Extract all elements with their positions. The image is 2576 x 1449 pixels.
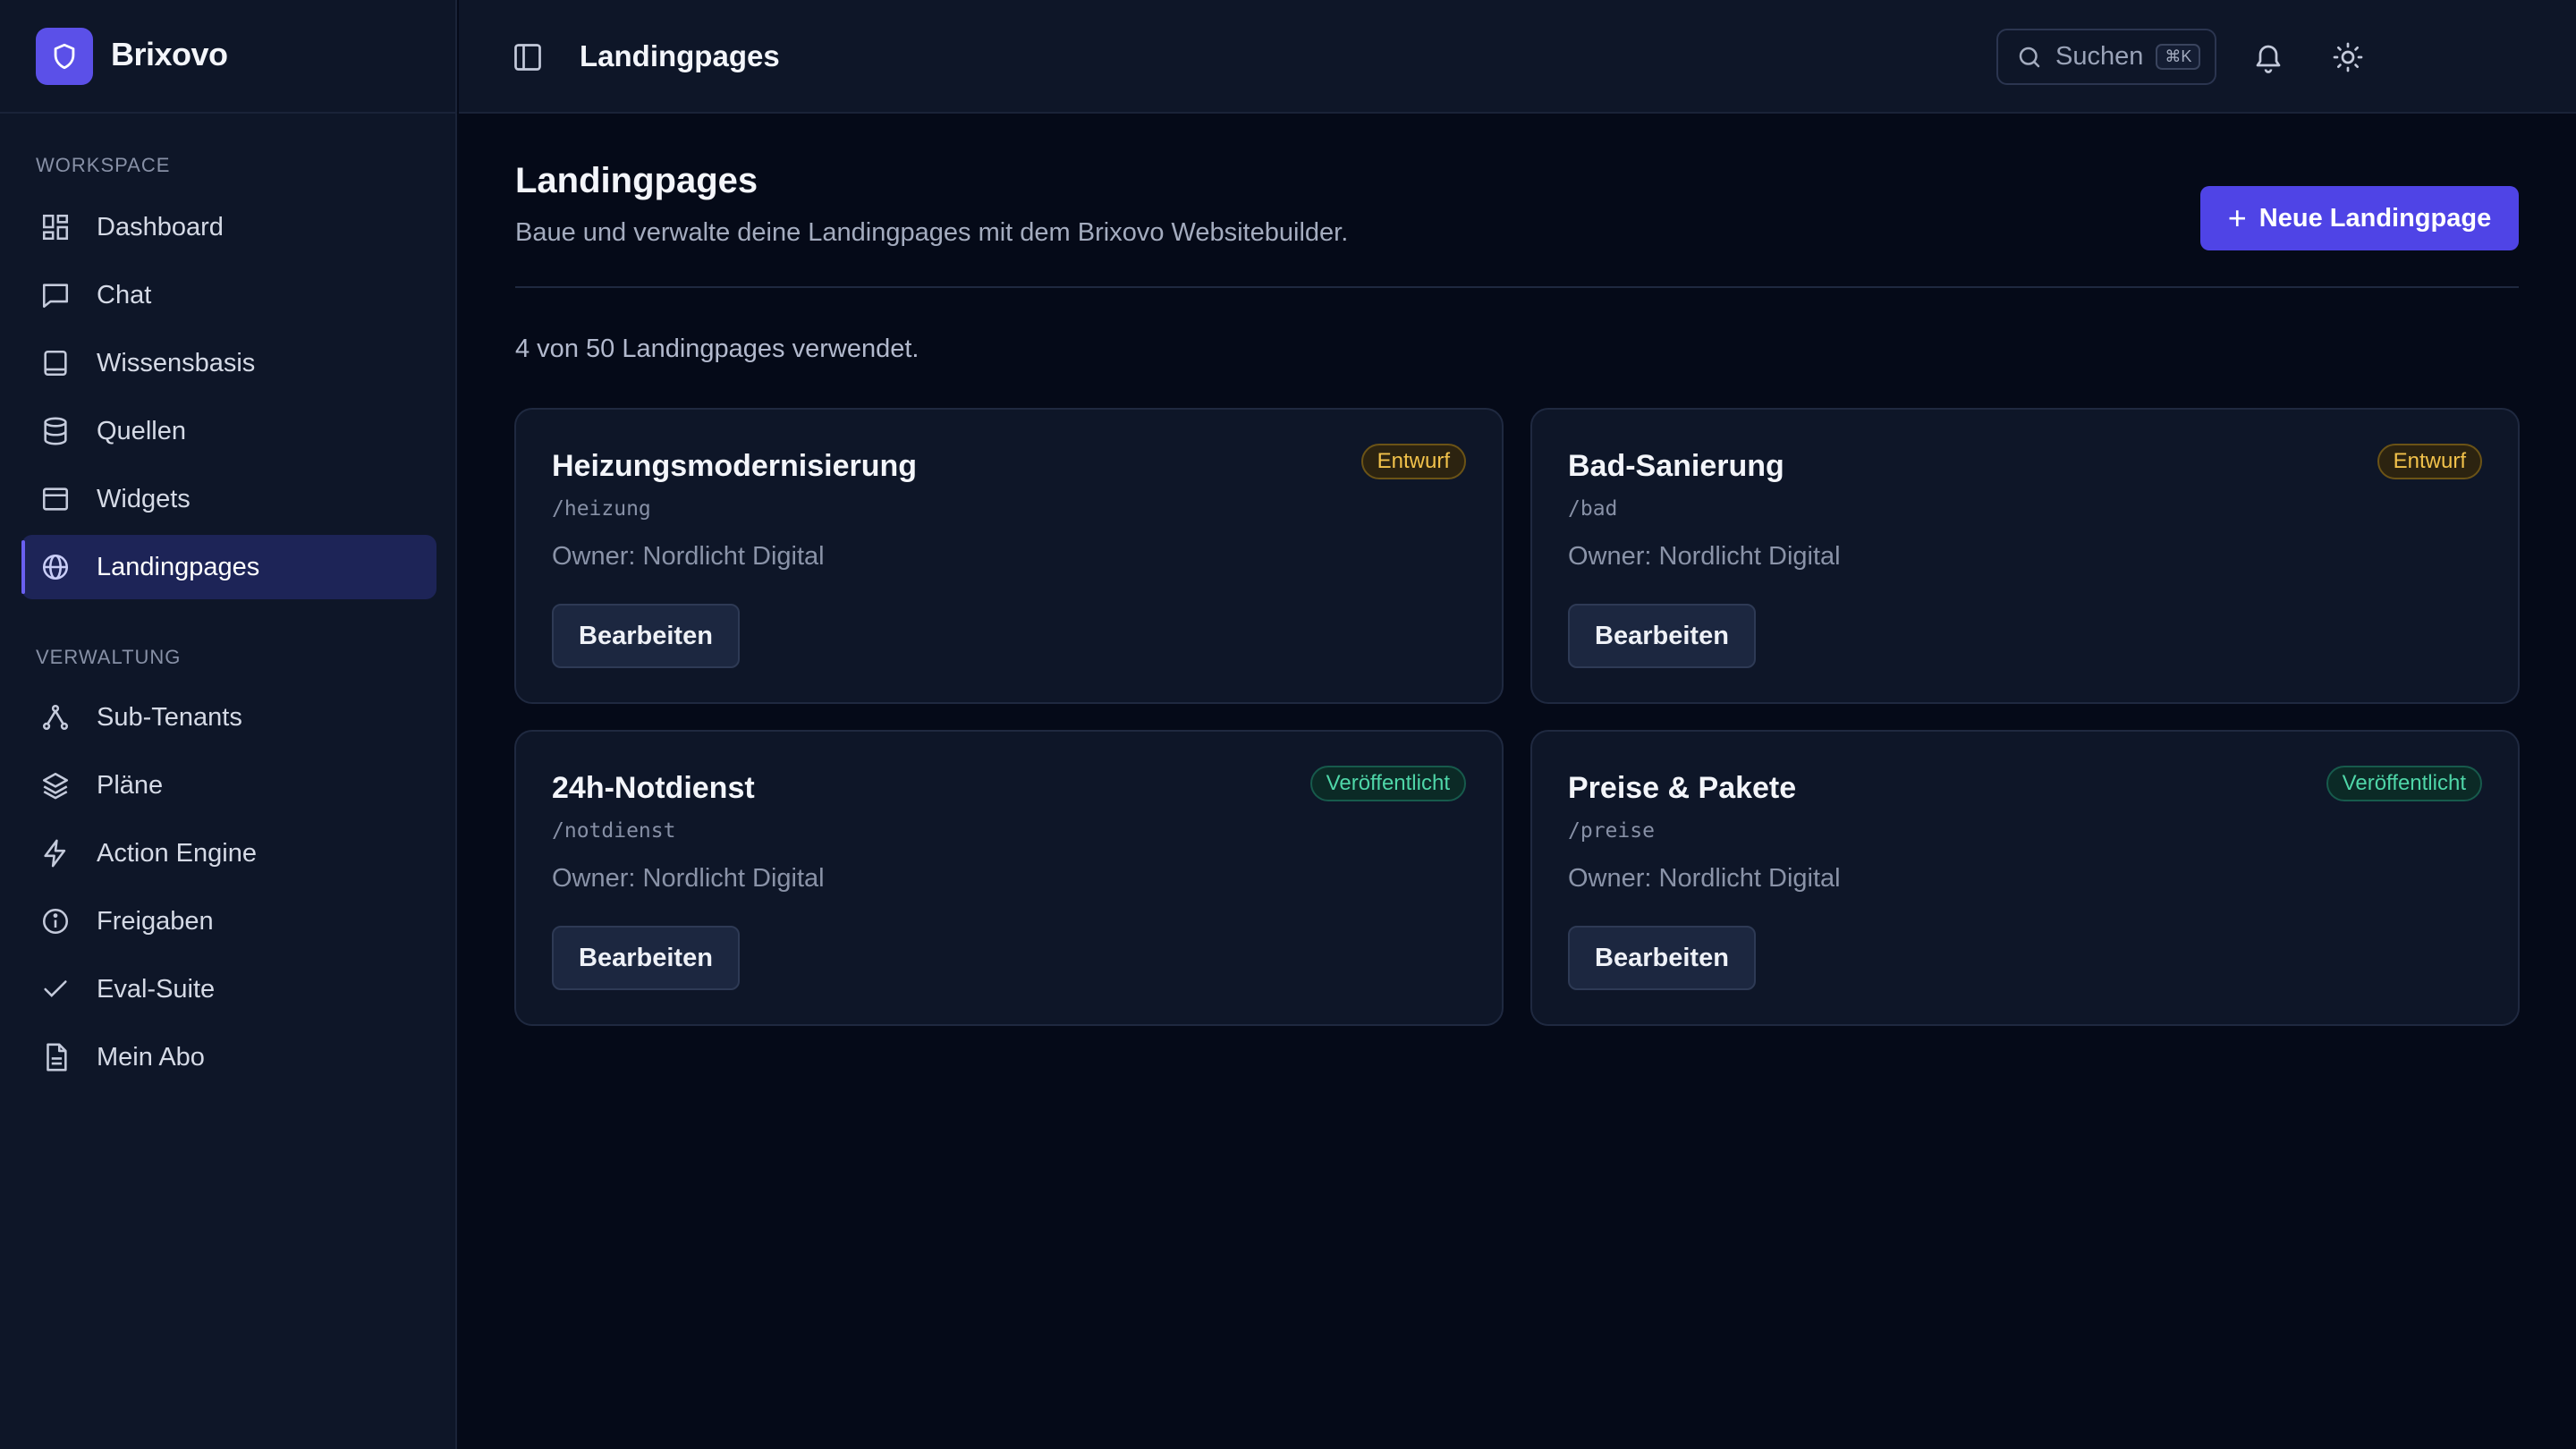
- status-badge: Veröffentlicht: [1309, 766, 1466, 801]
- sidebar-item-sub-tenants[interactable]: Sub-Tenants: [21, 685, 436, 750]
- brand-area: Brixovo: [0, 0, 457, 114]
- sidebar-item-label: Landingpages: [97, 552, 260, 581]
- card-title: 24h-Notdienst: [552, 771, 755, 805]
- sidebar-item-label: Sub-Tenants: [97, 702, 242, 732]
- card-owner: Owner: Nordlicht Digital: [552, 864, 825, 893]
- shield-logo-icon[interactable]: [36, 28, 93, 85]
- plus-icon: +: [2227, 199, 2247, 236]
- sidebar-item-label: Pläne: [97, 770, 164, 800]
- search-shortcut: ⌘K: [2156, 44, 2201, 70]
- layers-icon: [38, 767, 73, 803]
- card-title: Heizungsmodernisierung: [552, 449, 918, 483]
- card-owner: Owner: Nordlicht Digital: [1568, 542, 1841, 571]
- lightning-icon: [38, 835, 73, 871]
- new-landingpage-button[interactable]: + Neue Landingpage: [2200, 186, 2519, 250]
- sidebar-item-label: Eval-Suite: [97, 974, 216, 1004]
- sidebar-item-label: Freigaben: [97, 906, 214, 936]
- status-badge: Entwurf: [1360, 444, 1466, 479]
- info-icon: [38, 903, 73, 939]
- landingpage-card: Preise & Pakete Veröffentlicht /preise O…: [1530, 730, 2520, 1026]
- dashboard-icon: [38, 209, 73, 245]
- widget-icon: [38, 481, 73, 517]
- globe-icon: [38, 549, 73, 585]
- page-subtitle: Baue und verwalte deine Landingpages mit…: [515, 218, 1349, 247]
- sidebar-item-label: Wissensbasis: [97, 348, 256, 377]
- edit-button[interactable]: Bearbeiten: [552, 604, 740, 668]
- sidebar-item-label: Chat: [97, 280, 152, 309]
- database-icon: [38, 413, 73, 449]
- card-owner: Owner: Nordlicht Digital: [552, 542, 825, 571]
- divider: [515, 286, 2519, 288]
- header-title: Landingpages: [580, 39, 780, 72]
- sidebar-item-freigaben[interactable]: Freigaben: [21, 889, 436, 953]
- section-label-verwaltung: VERWALTUNG: [36, 646, 182, 668]
- top-header: Landingpages Suchen ⌘K: [459, 0, 2576, 114]
- sidebar-item-label: Action Engine: [97, 838, 257, 868]
- edit-button[interactable]: Bearbeiten: [1568, 604, 1756, 668]
- sidebar-item-chat[interactable]: Chat: [21, 263, 436, 327]
- edit-button[interactable]: Bearbeiten: [552, 926, 740, 990]
- check-icon: [38, 971, 73, 1007]
- page-title: Landingpages: [515, 161, 758, 200]
- card-slug: /notdienst: [552, 819, 676, 843]
- sidebar-item-label: Quellen: [97, 416, 186, 445]
- bell-icon[interactable]: [2250, 39, 2286, 75]
- new-landingpage-label: Neue Landingpage: [2258, 203, 2492, 233]
- sidebar-item-plaene[interactable]: Pläne: [21, 753, 436, 818]
- sidebar-item-mein-abo[interactable]: Mein Abo: [21, 1025, 436, 1089]
- sidebar-item-label: Widgets: [97, 484, 191, 513]
- landingpage-card: Heizungsmodernisierung Entwurf /heizung …: [514, 408, 1504, 704]
- landingpage-card: Bad-Sanierung Entwurf /bad Owner: Nordli…: [1530, 408, 2520, 704]
- section-label-workspace: WORKSPACE: [36, 154, 171, 176]
- sidebar-item-eval-suite[interactable]: Eval-Suite: [21, 957, 436, 1021]
- sidebar-item-wissensbasis[interactable]: Wissensbasis: [21, 331, 436, 395]
- search-button[interactable]: Suchen ⌘K: [1996, 29, 2216, 85]
- sidebar: Brixovo WORKSPACE Dashboard Chat Wissens…: [0, 0, 457, 1449]
- card-owner: Owner: Nordlicht Digital: [1568, 864, 1841, 893]
- search-icon: [2016, 44, 2043, 71]
- book-icon: [38, 345, 73, 381]
- card-slug: /bad: [1568, 497, 1618, 521]
- edit-button[interactable]: Bearbeiten: [1568, 926, 1756, 990]
- sidebar-item-dashboard[interactable]: Dashboard: [21, 195, 436, 259]
- status-badge: Veröffentlicht: [2326, 766, 2482, 801]
- landingpage-card: 24h-Notdienst Veröffentlicht /notdienst …: [514, 730, 1504, 1026]
- sidebar-toggle-icon[interactable]: [510, 39, 546, 75]
- document-icon: [38, 1039, 73, 1075]
- chat-icon: [38, 277, 73, 313]
- status-badge: Entwurf: [2377, 444, 2482, 479]
- card-slug: /heizung: [552, 497, 651, 521]
- brand-name[interactable]: Brixovo: [111, 36, 228, 73]
- card-title: Bad-Sanierung: [1568, 449, 1784, 483]
- card-title: Preise & Pakete: [1568, 771, 1797, 805]
- sidebar-item-landingpages[interactable]: Landingpages: [21, 535, 436, 599]
- sidebar-item-label: Mein Abo: [97, 1042, 205, 1072]
- sidebar-item-label: Dashboard: [97, 212, 224, 242]
- search-label: Suchen: [2055, 42, 2144, 71]
- sidebar-item-action-engine[interactable]: Action Engine: [21, 821, 436, 886]
- card-slug: /preise: [1568, 819, 1655, 843]
- sidebar-item-widgets[interactable]: Widgets: [21, 467, 436, 531]
- sun-icon[interactable]: [2330, 39, 2366, 75]
- sidebar-item-quellen[interactable]: Quellen: [21, 399, 436, 463]
- network-icon: [38, 699, 73, 735]
- usage-text: 4 von 50 Landingpages verwendet.: [515, 335, 919, 363]
